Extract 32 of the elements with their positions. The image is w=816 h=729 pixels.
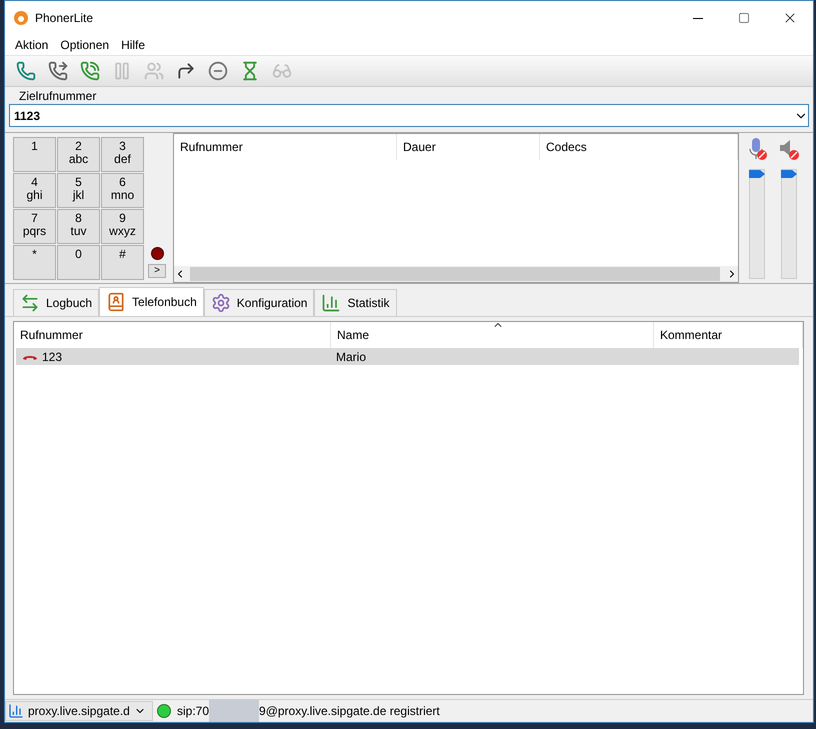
tab[interactable]: Statistik [314,289,396,316]
table-cell: Mario [336,350,366,364]
number-combo-field[interactable]: 1123 [9,104,809,127]
keypad-key[interactable]: 8 tuv [57,209,100,244]
menu-item[interactable]: Hilfe [115,38,152,52]
keypad-key[interactable]: 7 pqrs [13,209,56,244]
keypad-key[interactable]: # [101,245,144,280]
window-title: PhonerLite [35,11,94,25]
table-row[interactable]: 123 Mario [16,348,799,365]
expand-button[interactable]: > [148,264,166,278]
tab[interactable]: Logbuch [13,289,100,316]
menu-item[interactable]: Optionen [54,38,116,52]
keypad-key[interactable]: 9 wxyz [101,209,144,244]
tab[interactable]: Konfiguration [204,289,314,316]
keypad-key[interactable]: 6 mno [101,173,144,208]
proxy-dropdown[interactable]: proxy.live.sipgate.d [5,701,153,721]
menu-item[interactable]: Aktion [9,38,54,52]
keypad-key[interactable]: 2 abc [57,137,100,172]
keypad-key[interactable]: * [13,245,56,280]
keypad-key[interactable]: 5 jkl [57,173,100,208]
keypad-key[interactable]: 4 ghi [13,173,56,208]
keypad-key[interactable]: 0 [57,245,100,280]
table-cell: 123 [42,350,62,364]
column-header[interactable]: Codecs [540,134,738,160]
column-header[interactable]: Dauer [397,134,540,160]
keypad-key[interactable]: 3 def [101,137,144,172]
status-text: sip:70 [177,704,210,718]
tab[interactable]: Telefonbuch [99,287,204,316]
field-label: Zielrufnummer [19,89,98,103]
column-header[interactable]: Rufnummer [174,134,397,160]
status-text: 9@proxy.live.sipgate.de registriert [259,704,440,718]
keypad-key[interactable]: 1 [13,137,56,172]
